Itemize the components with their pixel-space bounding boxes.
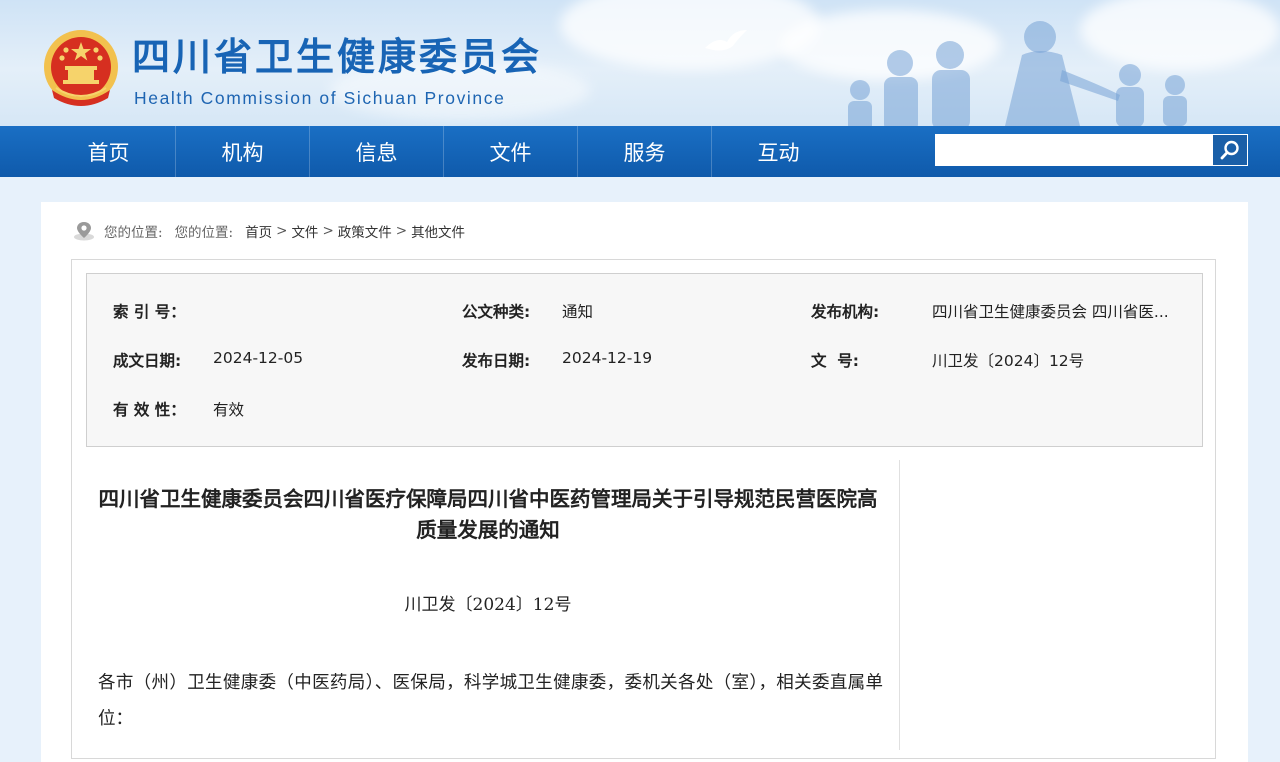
publisher-label: 发布机构:	[811, 303, 880, 321]
nav-item-org[interactable]: 机构	[176, 126, 310, 177]
location-pin-icon	[74, 222, 94, 241]
site-header: 四川省卫生健康委员会 Health Commission of Sichuan …	[0, 0, 1280, 126]
nav-item-files[interactable]: 文件	[444, 126, 578, 177]
breadcrumb: 您的位置: 您的位置: 首页 > 文件 > 政策文件 > 其他文件	[72, 220, 465, 242]
dove-icon	[705, 30, 747, 51]
doc-number-label: 文 号:	[811, 352, 859, 370]
national-emblem-icon	[44, 30, 118, 106]
family-silhouette-decoration	[848, 21, 1187, 126]
breadcrumb-link-files[interactable]: 文件	[291, 221, 318, 241]
written-date-label: 成文日期:	[113, 352, 182, 370]
breadcrumb-link-policy[interactable]: 政策文件	[338, 221, 392, 241]
doc-type-value: 通知	[562, 303, 594, 321]
nav-item-interact[interactable]: 互动	[712, 126, 845, 177]
publisher-value: 四川省卫生健康委员会 四川省医...	[932, 303, 1169, 321]
site-subtitle: Health Commission of Sichuan Province	[134, 88, 506, 108]
publish-date-label: 发布日期:	[462, 352, 531, 370]
breadcrumb-location-label: 您的位置:	[104, 225, 163, 241]
doc-number-value: 川卫发〔2024〕12号	[932, 352, 1085, 370]
column-divider	[899, 460, 900, 750]
site-title: 四川省卫生健康委员会	[132, 35, 543, 79]
search-input[interactable]	[935, 134, 1212, 166]
breadcrumb-link-home[interactable]: 首页	[245, 221, 272, 241]
breadcrumb-link-other[interactable]: 其他文件	[411, 221, 465, 241]
nav-item-home[interactable]: 首页	[42, 126, 176, 177]
search-button[interactable]	[1212, 134, 1248, 166]
validity-label: 有 效 性：	[113, 401, 186, 419]
breadcrumb-location-label: 您的位置:	[174, 225, 234, 241]
written-date-value: 2024-12-05	[213, 349, 304, 367]
cloud-decoration	[560, 0, 820, 70]
document-title: 四川省卫生健康委员会四川省医疗保障局四川省中医药管理局关于引导规范民营医院高质量…	[98, 487, 878, 542]
breadcrumb-separator: >	[322, 223, 334, 239]
breadcrumb-separator: >	[395, 223, 408, 239]
document-salutation: 各市（州）卫生健康委（中医药局）、医保局，科学城卫生健康委，委机关各处（室），相…	[98, 673, 883, 729]
document-number: 川卫发〔2024〕12号	[404, 595, 572, 615]
nav-item-services[interactable]: 服务	[578, 126, 712, 177]
nav-item-info[interactable]: 信息	[310, 126, 444, 177]
publish-date-value: 2024-12-19	[562, 349, 653, 367]
magnifier-icon	[1220, 140, 1239, 160]
doc-type-label: 公文种类:	[462, 303, 531, 321]
breadcrumb-separator: >	[276, 223, 288, 239]
index-number-label: 索 引 号：	[113, 303, 186, 321]
validity-value: 有效	[213, 401, 245, 419]
